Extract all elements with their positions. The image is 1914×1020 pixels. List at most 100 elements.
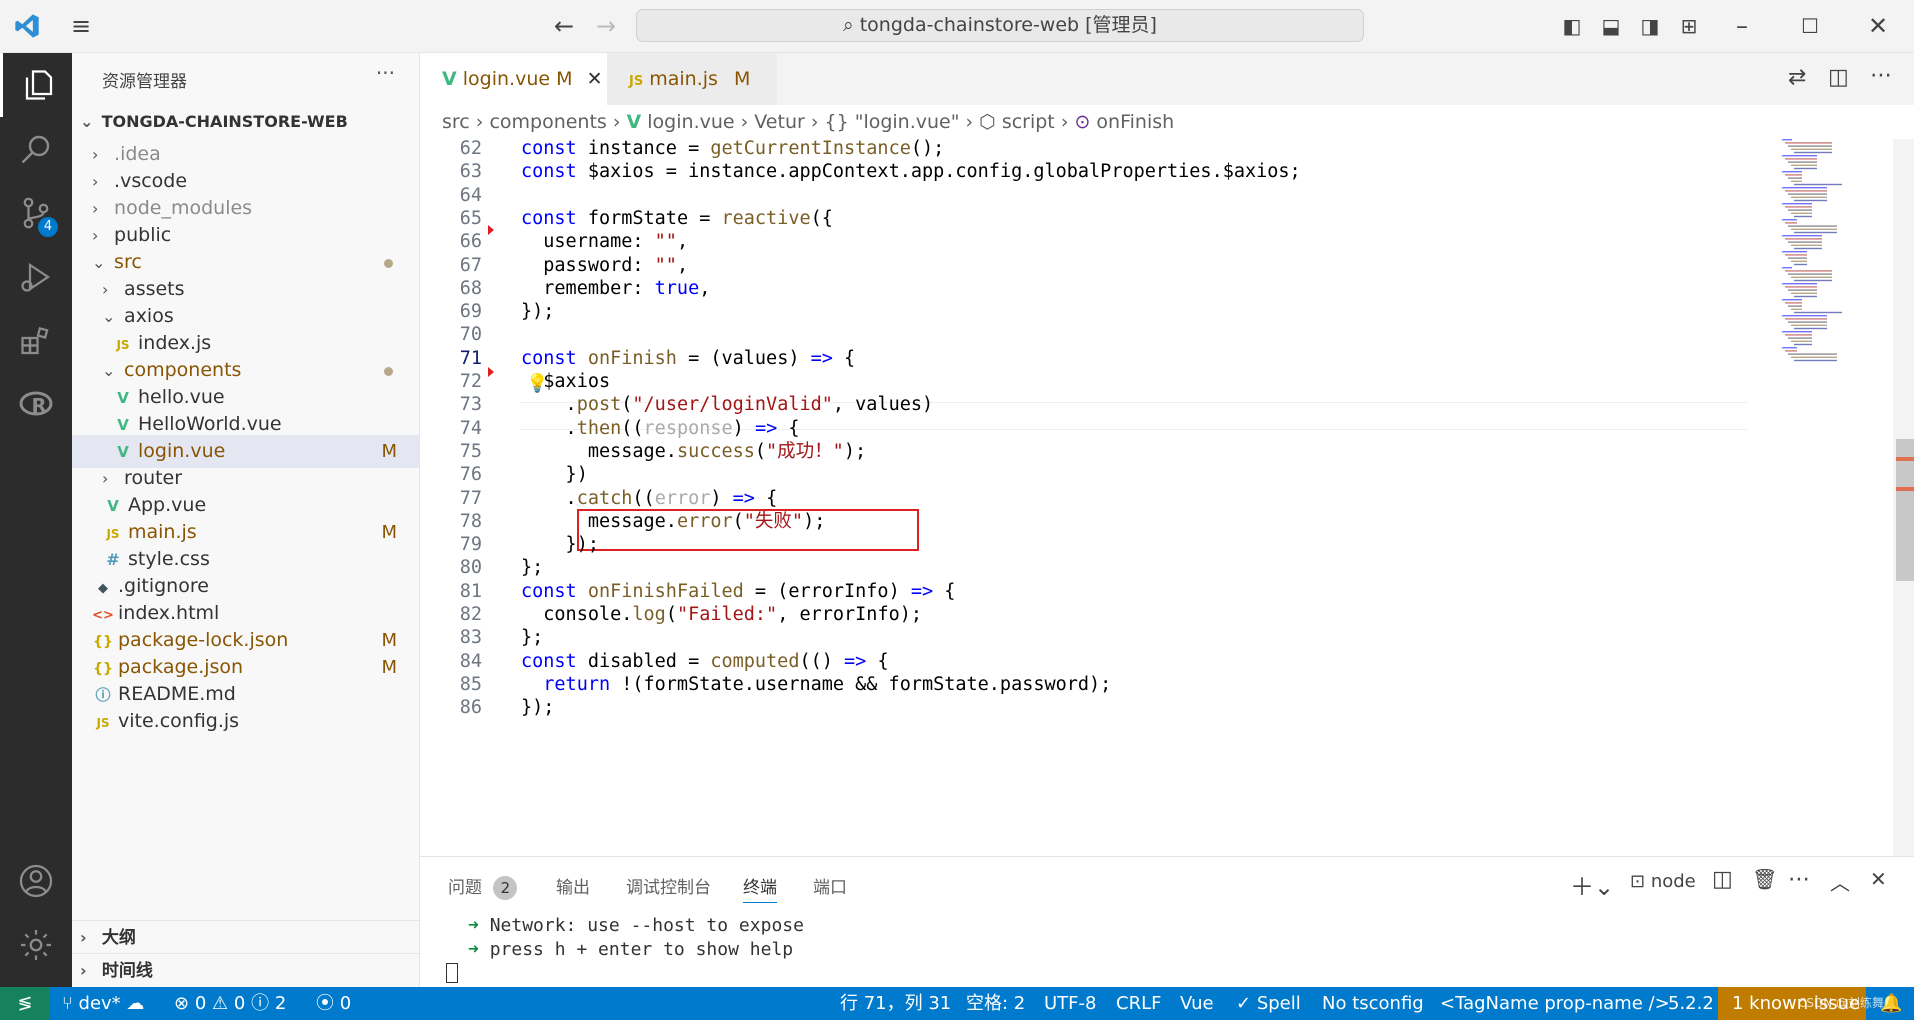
version-indicator[interactable]: 5.2.2 [1668, 987, 1714, 1020]
minimap-line [1794, 167, 1817, 170]
extensions-icon[interactable] [0, 309, 72, 373]
more-editor-actions-icon[interactable]: ⋯ [1870, 63, 1892, 88]
tsconfig-indicator[interactable]: No tsconfig [1322, 987, 1424, 1020]
tab-main-js[interactable]: JS main.js M [607, 53, 777, 105]
minimap[interactable] [1776, 139, 1866, 369]
editor-scrollbar[interactable] [1893, 139, 1914, 856]
terminal-selector[interactable]: ⊡ node [1630, 871, 1696, 892]
modified-dot [384, 367, 393, 376]
minimap-line [1785, 174, 1802, 176]
breadcrumb-script[interactable]: script [1002, 111, 1055, 133]
file-tree-label: login.vue [138, 440, 226, 462]
scroll-marker [1896, 457, 1914, 461]
customize-layout-icon[interactable]: ⊞ [1675, 12, 1703, 40]
explorer-icon[interactable] [0, 53, 75, 117]
file-tree-label: index.js [138, 332, 212, 354]
menu-icon[interactable]: ≡ [66, 12, 96, 40]
maximize-panel-icon[interactable]: ︿ [1830, 867, 1850, 896]
language-mode[interactable]: Vue [1180, 987, 1214, 1020]
breadcrumb-file[interactable]: login.vue [647, 111, 734, 133]
settings-gear-icon[interactable] [0, 913, 72, 977]
minimap-line [1794, 295, 1817, 298]
command-center-search[interactable]: ⌕ tongda-chainstore-web [管理员] [636, 9, 1364, 42]
r-extension-icon[interactable]: R [0, 373, 72, 437]
file-tree-label: axios [124, 305, 174, 327]
new-terminal-icon[interactable]: ＋⌄ [1570, 867, 1614, 902]
js-file-icon: JS [629, 74, 644, 89]
encoding[interactable]: UTF-8 [1044, 987, 1096, 1020]
file-tree-label: App.vue [128, 494, 207, 516]
close-panel-icon[interactable]: ✕ [1870, 867, 1887, 891]
breadcrumb-module[interactable]: {} "login.vue" [824, 111, 959, 133]
breadcrumb-vetur[interactable]: Vetur [754, 111, 805, 133]
file-tree-label: src [114, 251, 142, 273]
minimap-line [1788, 241, 1822, 243]
maximize-icon[interactable]: ☐ [1796, 12, 1824, 40]
toggle-panel-icon[interactable]: ⬓ [1597, 12, 1625, 40]
timeline-section[interactable]: › 时间线 [72, 953, 419, 987]
source-control-icon[interactable]: 4 [0, 181, 72, 245]
branch-indicator[interactable]: ⑂ dev* ☁ [62, 987, 144, 1020]
minimap-line [1794, 279, 1832, 282]
outline-label: 大纲 [101, 928, 136, 948]
tag-indicator[interactable]: <TagName prop-name /> [1440, 987, 1670, 1020]
tab-ports[interactable]: 端口 [813, 873, 847, 898]
problems-count-badge: 2 [493, 876, 518, 900]
open-changes-icon[interactable]: ⇄ [1788, 65, 1806, 90]
tab-problems[interactable]: 问题 2 [448, 873, 518, 900]
forward-arrow-icon[interactable]: → [592, 12, 620, 40]
minimap-line [1785, 190, 1827, 192]
explorer-title: 资源管理器 [102, 72, 187, 92]
tab-login-vue[interactable]: V login.vue M ✕ [420, 53, 607, 105]
toggle-secondary-sidebar-icon[interactable]: ◨ [1636, 12, 1664, 40]
code-editor[interactable]: 💡 62 const instance = getCurrentInstance(… [420, 139, 1914, 856]
cursor-position[interactable]: 行 71，列 31 [840, 987, 951, 1020]
breadcrumb-src[interactable]: src [442, 111, 470, 133]
minimap-line [1782, 331, 1812, 333]
run-debug-icon[interactable] [0, 245, 72, 309]
js-file-icon: JS [96, 716, 110, 730]
line-ending[interactable]: CRLF [1116, 987, 1161, 1020]
more-panel-actions-icon[interactable]: ⋯ [1788, 867, 1810, 892]
tab-output[interactable]: 输出 [556, 873, 590, 898]
title-bar: ≡ ← → ⌕ tongda-chainstore-web [管理员] ◧ ⬓ … [0, 0, 1914, 53]
minimap-line [1785, 286, 1817, 288]
search-icon[interactable] [0, 117, 72, 181]
remote-indicator-icon[interactable]: ≶ [0, 987, 50, 1020]
minimap-line [1782, 187, 1827, 189]
ports-indicator[interactable]: ⦿ 0 [316, 987, 351, 1020]
split-editor-icon[interactable]: ◫ [1828, 65, 1849, 90]
explorer-root-folder[interactable]: ⌄ TONGDA-CHAINSTORE-WEB [72, 105, 419, 138]
minimap-line [1782, 219, 1797, 221]
minimap-line [1788, 257, 1807, 259]
minimap-line [1785, 206, 1812, 208]
breadcrumb-components[interactable]: components [489, 111, 606, 133]
modified-dot [384, 259, 393, 268]
tab-terminal[interactable]: 终端 [743, 873, 777, 903]
outline-section[interactable]: › 大纲 [72, 920, 419, 954]
close-window-icon[interactable]: ✕ [1864, 12, 1892, 40]
minimap-line [1785, 254, 1807, 256]
indentation[interactable]: 空格: 2 [966, 987, 1025, 1020]
trash-icon[interactable]: 🗑 [1752, 867, 1777, 891]
problems-indicator[interactable]: ⊗ 0 ⚠ 0 ⓘ 2 [174, 987, 286, 1020]
root-folder-label: TONGDA-CHAINSTORE-WEB [101, 112, 348, 131]
account-icon[interactable] [0, 849, 72, 913]
minimap-line [1788, 225, 1837, 227]
minimize-icon[interactable]: – [1728, 12, 1756, 40]
minimap-line [1791, 292, 1817, 294]
tab-debug-console[interactable]: 调试控制台 [626, 873, 711, 898]
minimap-line [1782, 347, 1797, 349]
minimap-line [1785, 318, 1827, 320]
more-actions-icon[interactable]: ··· [376, 61, 395, 85]
back-arrow-icon[interactable]: ← [550, 12, 578, 40]
breadcrumb-onfinish[interactable]: onFinish [1096, 111, 1174, 133]
close-tab-icon[interactable]: ✕ [587, 68, 603, 90]
sync-icon[interactable]: ☁ [126, 993, 144, 1014]
file-tree-item[interactable]: JS vite.config.js [72, 705, 419, 738]
split-terminal-icon[interactable]: ◫ [1712, 867, 1733, 892]
toggle-sidebar-icon[interactable]: ◧ [1558, 12, 1586, 40]
notifications-icon[interactable]: 🔔 [1880, 987, 1902, 1020]
spell-indicator[interactable]: ✓ Spell [1236, 987, 1301, 1020]
minimap-line [1794, 215, 1812, 218]
